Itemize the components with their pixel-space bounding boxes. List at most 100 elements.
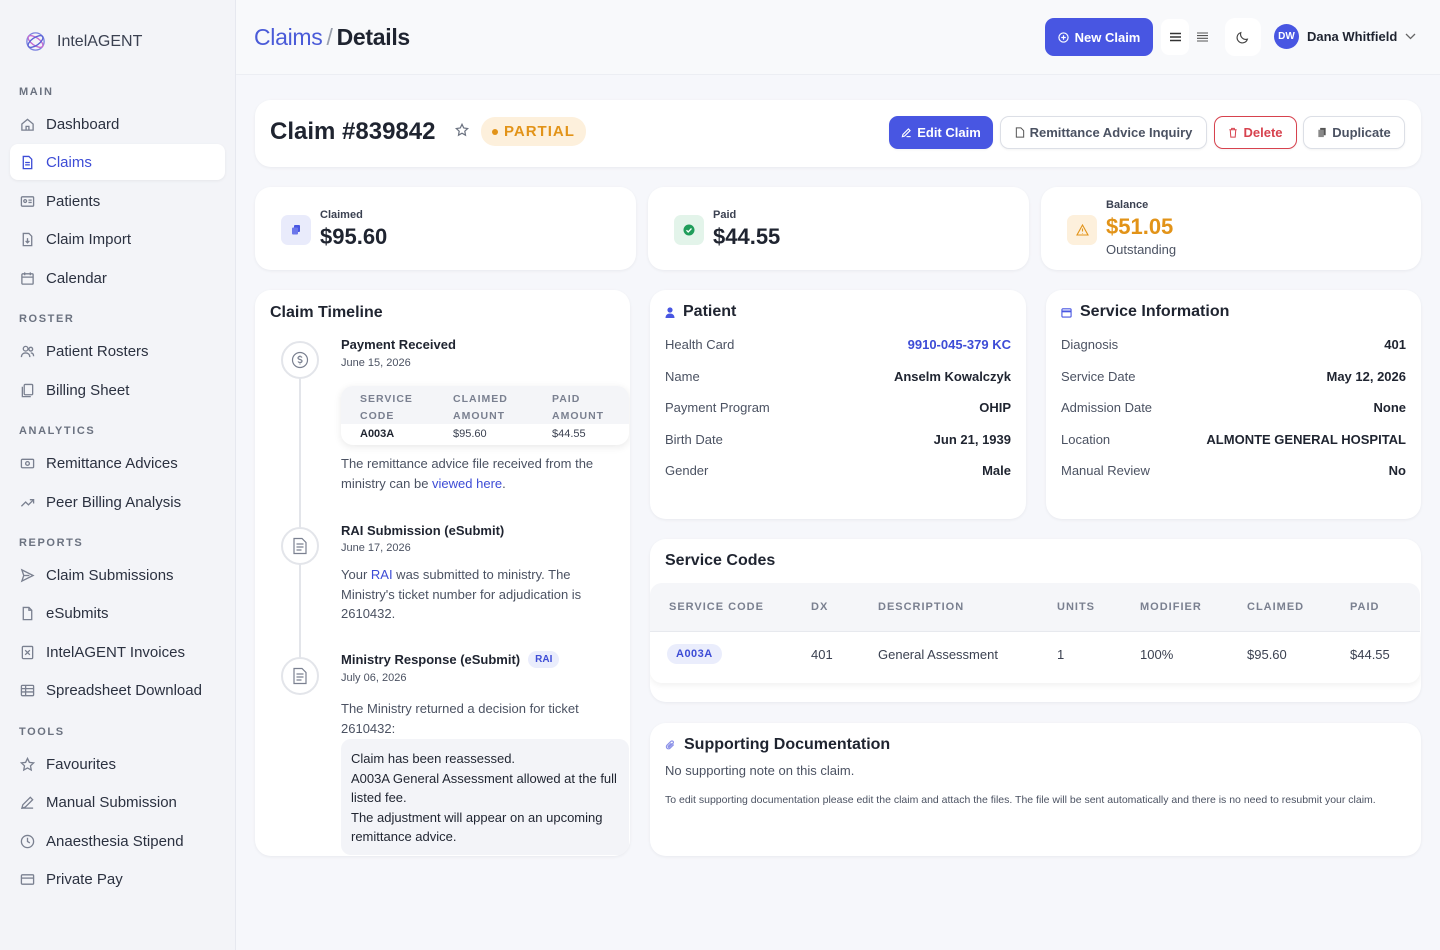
service-information-card: Service Information Diagnosis 401 Service… [1046,290,1421,519]
sidebar-item-billing-sheet[interactable]: Billing Sheet [10,372,225,408]
favourite-star-icon[interactable] [455,123,469,137]
new-claim-label: New Claim [1074,29,1141,45]
balance-sub: Outstanding [1106,242,1177,257]
sidebar-item-calendar[interactable]: Calendar [10,260,225,296]
td-dx: 401 [811,647,833,662]
sidebar-item-claims[interactable]: Claims [10,144,225,180]
service-codes-title: Service Codes [665,552,776,569]
warning-icon [1067,215,1097,245]
mini-th-line: AMOUNT [552,410,605,422]
sidebar-item-claim-submissions[interactable]: Claim Submissions [10,557,225,593]
chevron-down-icon [1405,33,1416,40]
timeline-line [299,360,301,690]
th-modifier: MODIFIER [1140,601,1202,613]
mini-th-line: CODE [360,410,395,422]
sidebar-item-label: Patient Rosters [46,342,149,360]
sidebar-item-spreadsheet-download[interactable]: Spreadsheet Download [10,672,225,708]
sidebar-item-label: Peer Billing Analysis [46,493,182,511]
td-units: 1 [1057,647,1065,662]
edit-claim-button[interactable]: Edit Claim [889,116,993,149]
avatar: DW [1274,24,1299,49]
supporting-documentation-card: Supporting Documentation No supporting n… [650,723,1421,856]
sidebar-item-peer-billing-analysis[interactable]: Peer Billing Analysis [10,484,225,520]
sidebar-item-remittance-advices[interactable]: Remittance Advices [10,445,225,481]
service-field-diagnosis: Diagnosis 401 [1061,337,1406,352]
document-list-icon [281,657,319,695]
remittance-inquiry-label: Remittance Advice Inquiry [1029,125,1193,140]
td-paid: $44.55 [1350,647,1390,662]
file-import-icon [22,232,33,246]
remittance-advice-inquiry-button[interactable]: Remittance Advice Inquiry [1000,116,1207,149]
sidebar-item-claim-import[interactable]: Claim Import [10,221,225,257]
claim-timeline-card: Claim Timeline Payment Received June 15,… [255,290,630,856]
sidebar-item-label: Calendar [46,269,107,287]
timeline-event-date: June 15, 2026 [341,357,411,369]
copy-icon [1318,127,1326,138]
nav-section-tools: TOOLS [19,726,65,738]
list-view-button[interactable] [1161,19,1189,55]
field-label: Admission Date [1061,400,1153,415]
nav-section-reports: REPORTS [19,537,84,549]
pencil-icon [20,795,34,809]
list-icon [1169,32,1181,42]
sidebar-item-patient-rosters[interactable]: Patient Rosters [10,333,225,369]
breadcrumb-claims-link[interactable]: Claims [254,24,323,50]
rai-link[interactable]: RAI [371,567,393,582]
sidebar-item-patients[interactable]: Patients [10,183,225,219]
sidebar: IntelAGENT MAIN Dashboard Claims Patient… [0,0,236,950]
compact-view-button[interactable] [1188,19,1216,55]
sidebar-item-private-pay[interactable]: Private Pay [10,861,225,897]
mini-th-service-code: SERVICE CODE [360,391,413,425]
new-claim-button[interactable]: New Claim [1045,18,1153,56]
sidebar-item-manual-submission[interactable]: Manual Submission [10,784,225,820]
app-logo[interactable]: IntelAGENT [24,30,142,53]
mini-td-code: A003A [360,428,395,440]
edit-icon [901,128,912,138]
ministry-response-quote: Claim has been reassessed. A003A General… [341,739,629,855]
table-row[interactable] [650,631,1420,683]
title-text: Ministry Response (eSubmit) [341,652,521,667]
sidebar-item-esubmits[interactable]: eSubmits [10,595,225,631]
health-card-link[interactable]: 9910-045-379 KC [908,337,1011,352]
sidebar-item-label: Dashboard [46,115,120,133]
balance-value: $51.05 [1106,214,1174,239]
delete-button[interactable]: Delete [1214,116,1297,149]
td-modifier: 100% [1140,647,1174,662]
timeline-event-text: The Ministry returned a decision for tic… [341,701,579,736]
timeline-event-date: June 17, 2026 [341,542,411,554]
claim-header-card: Claim #839842 PARTIAL Edit Claim Remitta… [255,100,1421,167]
claim-title: Claim #839842 [270,118,436,145]
quote-line: Claim has been reassessed. [351,751,516,766]
check-circle-icon [674,215,704,245]
sidebar-item-label: Billing Sheet [46,381,130,399]
field-label: Health Card [665,337,735,352]
sidebar-item-label: eSubmits [46,604,109,622]
patient-card: Patient Health Card 9910-045-379 KC Name A… [650,290,1026,519]
paperclip-icon [665,740,675,750]
duplicate-button[interactable]: Duplicate [1303,116,1405,149]
sidebar-item-favourites[interactable]: Favourites [10,746,225,782]
sidebar-item-dashboard[interactable]: Dashboard [10,106,225,142]
top-bar: Claims / Details New Claim DW Dana Whitfie… [236,0,1440,75]
user-menu[interactable]: DW Dana Whitfield [1274,24,1416,49]
user-name: Dana Whitfield [1307,29,1398,44]
status-dot [492,128,498,135]
balance-label: Balance [1106,199,1149,211]
service-code-badge[interactable]: A003A [667,644,722,664]
field-value: No [1388,463,1406,478]
sidebar-item-anaesthesia-stipend[interactable]: Anaesthesia Stipend [10,823,225,859]
breadcrumb: Claims / Details [254,24,410,51]
theme-toggle-button[interactable] [1225,18,1261,56]
viewed-here-link[interactable]: viewed here [432,476,502,491]
mini-td-paid: $44.55 [552,428,586,440]
documentation-note: No supporting note on this claim. [665,763,855,778]
field-label: Location [1061,432,1111,447]
rai-badge: RAI [528,651,560,668]
field-value: ALMONTE GENERAL HOSPITAL [1206,432,1406,447]
sidebar-item-label: Manual Submission [46,793,177,811]
claimed-stat-card: Claimed $95.60 [255,187,636,270]
td-claimed: $95.60 [1247,647,1287,662]
sidebar-item-intelagent-invoices[interactable]: IntelAGENT Invoices [10,634,225,670]
patient-field-name: Name Anselm Kowalczyk [665,369,1011,384]
th-claimed: CLAIMED [1247,601,1305,613]
